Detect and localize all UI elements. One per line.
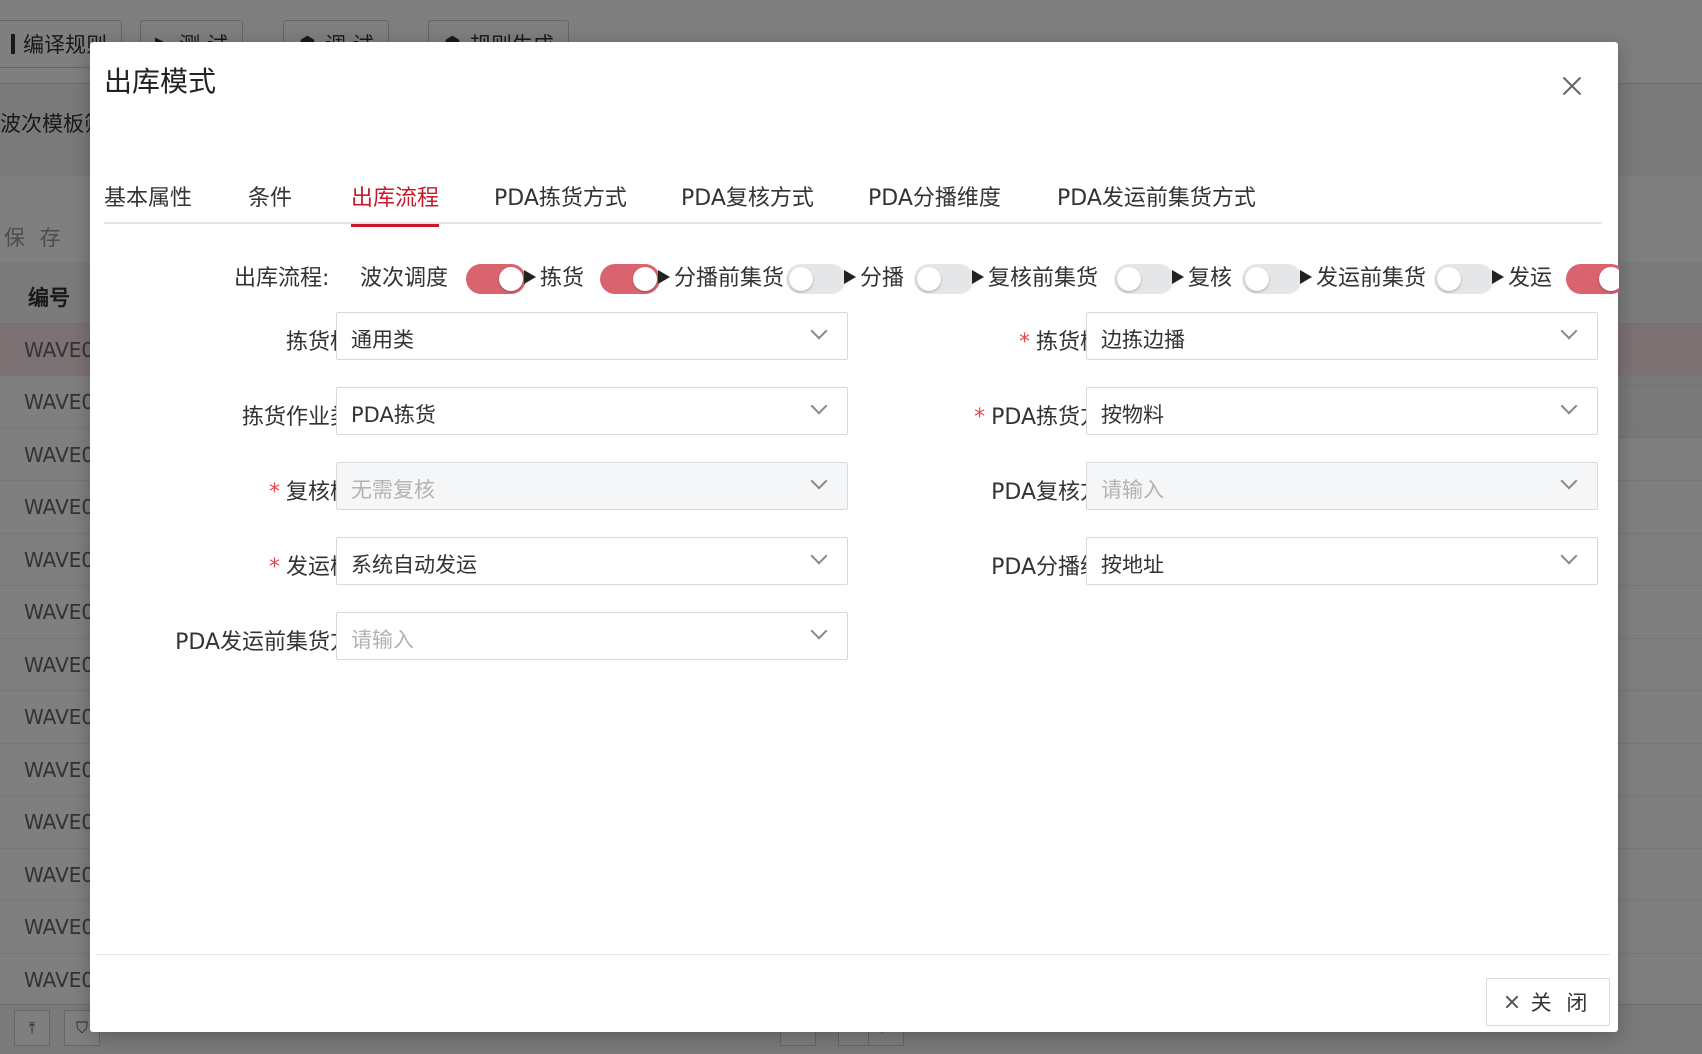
- toggle-knob: [789, 267, 813, 291]
- tab-conditions[interactable]: 条件: [248, 180, 292, 224]
- arrow-right-icon: [524, 270, 536, 284]
- dialog-title: 出库模式: [104, 65, 217, 98]
- pda-preship-collect-select[interactable]: 请输入: [336, 612, 848, 660]
- chevron-down-icon: [1560, 547, 1578, 565]
- pda-pick-method-select[interactable]: 按物料: [1086, 387, 1598, 435]
- chevron-down-icon: [810, 622, 828, 640]
- pick-tag-select[interactable]: 通用类: [336, 312, 848, 360]
- flow-step-toggle-pre-review-collect[interactable]: [1114, 264, 1174, 294]
- toggle-knob: [917, 267, 941, 291]
- flow-step-toggle-pre-sort-collect[interactable]: [786, 264, 846, 294]
- flow-step-label: 分播: [860, 266, 905, 291]
- toggle-knob: [1437, 267, 1461, 291]
- flow-step-label: 发运前集货: [1316, 266, 1427, 291]
- flow-step-label: 波次调度: [360, 266, 449, 291]
- tab-pda-review-method[interactable]: PDA复核方式: [681, 180, 814, 224]
- close-icon[interactable]: [1558, 72, 1586, 100]
- flow-step-toggle-pick[interactable]: [600, 264, 660, 294]
- ship-mode-select[interactable]: 系统自动发运: [336, 537, 848, 585]
- tab-pda-pick-method[interactable]: PDA拣货方式: [494, 180, 627, 224]
- flow-step-label: 复核前集货: [988, 266, 1099, 291]
- flow-step-label: 发运: [1508, 266, 1553, 291]
- arrow-right-icon: [658, 270, 670, 284]
- arrow-right-icon: [1172, 270, 1184, 284]
- flow-step-toggle-ship[interactable]: [1566, 264, 1619, 294]
- arrow-right-icon: [844, 270, 856, 284]
- tab-basic-properties[interactable]: 基本属性: [104, 180, 192, 224]
- tab-pda-preship-collect[interactable]: PDA发运前集货方式: [1057, 180, 1256, 224]
- chevron-down-icon: [1560, 322, 1578, 340]
- outbound-flow-row: 出库流程: 波次调度 拣货 分播前集货 分播 复核前集货 复核 发运前集货 发运: [104, 252, 1619, 296]
- chevron-down-icon: [810, 322, 828, 340]
- flow-step-toggle-sort[interactable]: [914, 264, 974, 294]
- close-button[interactable]: 关 闭: [1486, 978, 1610, 1026]
- close-icon: [1505, 995, 1519, 1009]
- arrow-right-icon: [972, 270, 984, 284]
- review-mode-select: 无需复核: [336, 462, 848, 510]
- chevron-down-icon: [810, 472, 828, 490]
- flow-step-label: 分播前集货: [674, 266, 785, 291]
- pda-review-method-select: 请输入: [1086, 462, 1598, 510]
- flow-step-toggle-review[interactable]: [1242, 264, 1302, 294]
- pick-work-type-select[interactable]: PDA拣货: [336, 387, 848, 435]
- toggle-knob: [1245, 267, 1269, 291]
- pick-mode-select[interactable]: 边拣边播: [1086, 312, 1598, 360]
- flow-step-toggle-pre-ship-collect[interactable]: [1434, 264, 1494, 294]
- toggle-knob: [1599, 267, 1619, 291]
- tab-outbound-flow[interactable]: 出库流程: [351, 180, 440, 227]
- flow-step-label: 拣货: [540, 266, 585, 291]
- chevron-down-icon: [1560, 472, 1578, 490]
- chevron-down-icon: [1560, 397, 1578, 415]
- tab-bar: 基本属性 条件 出库流程 PDA拣货方式 PDA复核方式 PDA分播维度 PDA…: [104, 142, 1602, 227]
- flow-step-label: 复核: [1188, 266, 1233, 291]
- outbound-mode-dialog: 出库模式 基本属性 条件 出库流程 PDA拣货方式 PDA复核方式 PDA分播维…: [90, 42, 1619, 1032]
- flow-step-toggle-wave-dispatch[interactable]: [466, 264, 526, 294]
- toggle-knob: [1117, 267, 1141, 291]
- pda-sort-dimension-select[interactable]: 按地址: [1086, 537, 1598, 585]
- arrow-right-icon: [1300, 270, 1312, 284]
- tab-pda-sort-dimension[interactable]: PDA分播维度: [868, 180, 1001, 224]
- flow-label: 出库流程:: [234, 266, 330, 291]
- toggle-knob: [499, 267, 523, 291]
- toggle-knob: [633, 267, 657, 291]
- chevron-down-icon: [810, 547, 828, 565]
- arrow-right-icon: [1492, 270, 1504, 284]
- chevron-down-icon: [810, 397, 828, 415]
- footer-divider: [96, 954, 1610, 955]
